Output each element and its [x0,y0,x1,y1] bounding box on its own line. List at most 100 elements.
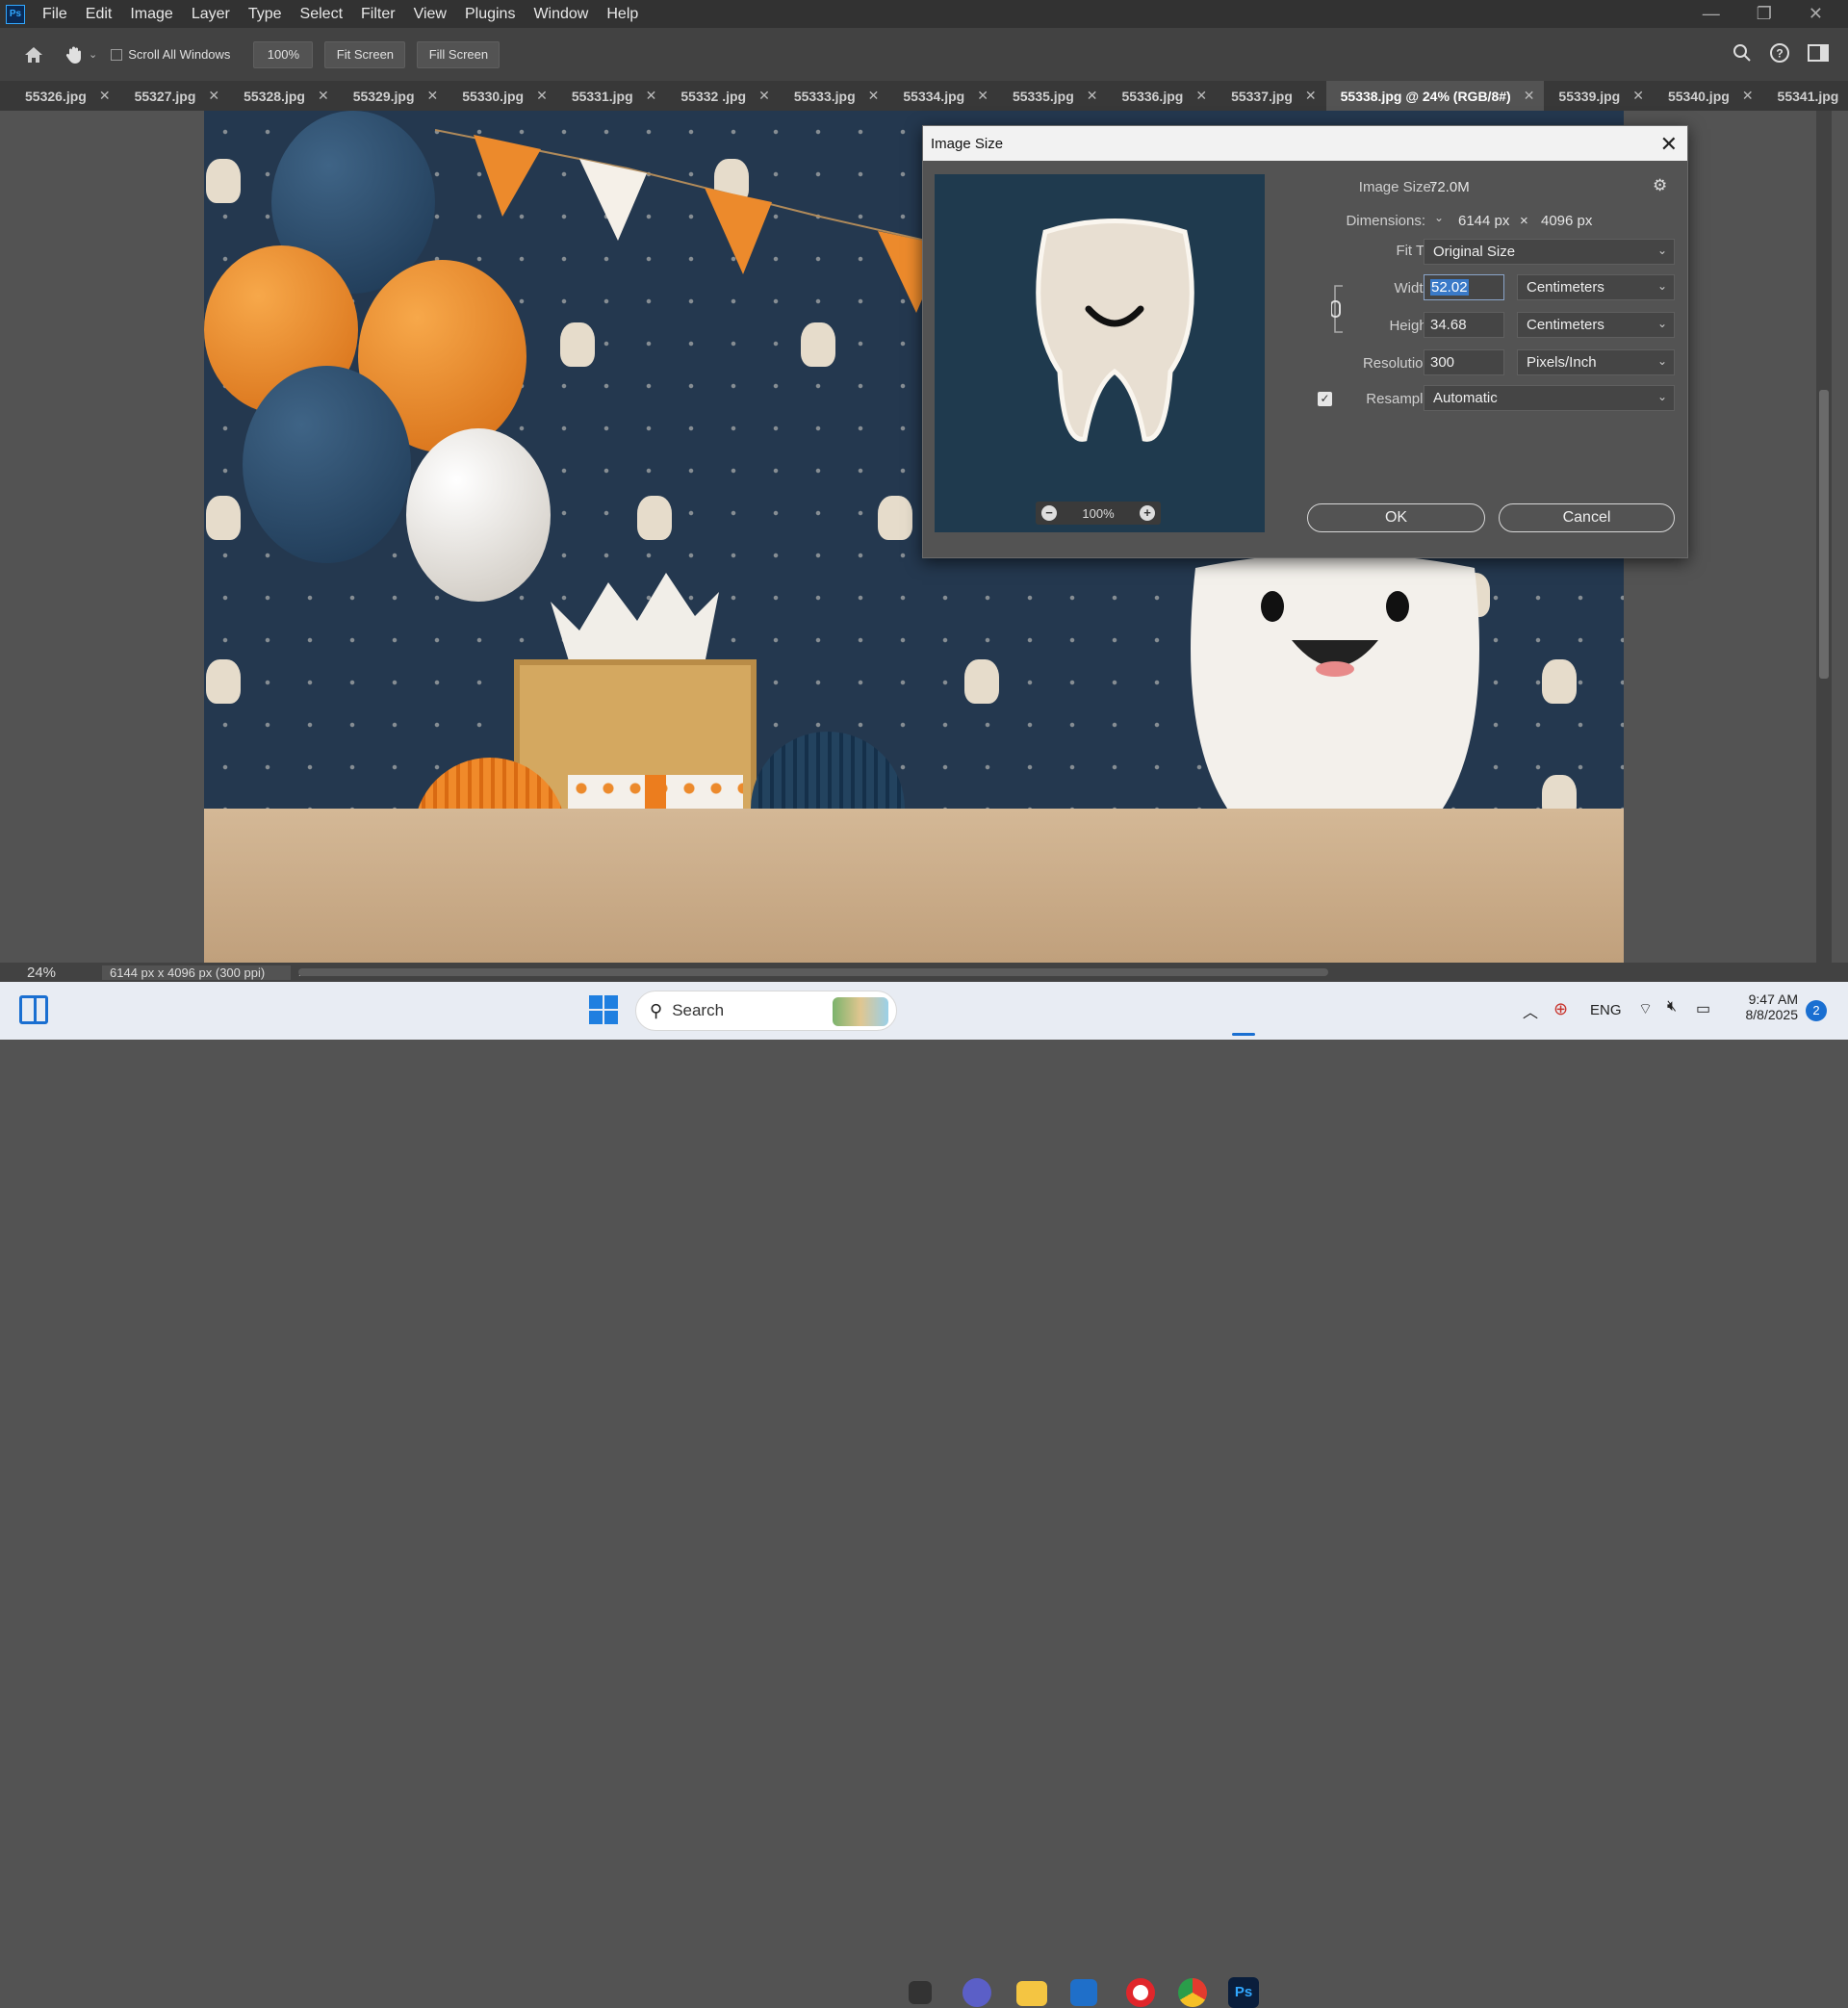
resample-dropdown[interactable]: Automatic ⌄ [1424,385,1675,411]
tab-document[interactable]: 55332 .jpg ✕ [666,81,779,111]
close-window-button[interactable]: ✕ [1809,4,1823,24]
battery-icon[interactable]: ▭ [1696,999,1710,1018]
file-explorer-icon[interactable] [1016,1981,1047,2006]
tab-label: 55337.jpg [1231,88,1293,104]
close-icon[interactable]: ✕ [536,88,548,104]
tab-document[interactable]: 55334.jpg ✕ [888,81,998,111]
menu-type[interactable]: Type [248,6,282,23]
resolution-input[interactable]: 300 [1424,349,1504,375]
menu-filter[interactable]: Filter [361,6,396,23]
help-icon[interactable]: ? [1769,42,1790,66]
tab-document[interactable]: 55333.jpg ✕ [780,81,889,111]
home-icon[interactable] [23,45,42,64]
tab-document[interactable]: 55327.jpg ✕ [120,81,230,111]
close-icon[interactable]: ✕ [646,88,657,104]
tab-document[interactable]: 55341.jpg✕ [1763,81,1848,111]
menu-file[interactable]: File [42,6,67,23]
close-icon[interactable]: ✕ [1742,88,1754,104]
fill-screen-button[interactable]: Fill Screen [417,40,500,68]
tab-document[interactable]: 55329.jpg ✕ [339,81,449,111]
width-unit-dropdown[interactable]: Centimeters ⌄ [1517,274,1675,300]
close-icon[interactable]: ✕ [1632,88,1644,104]
gear-icon[interactable]: ⚙ [1653,176,1667,195]
menu-select[interactable]: Select [300,6,343,23]
fit-screen-button[interactable]: Fit Screen [324,40,406,68]
vertical-scrollbar[interactable] [1816,111,1832,963]
zoom-out-icon[interactable]: − [1041,505,1057,521]
tab-document[interactable]: 55339.jpg ✕ [1544,81,1654,111]
task-view-icon[interactable] [909,1981,932,2004]
wifi-icon[interactable]: ⌔ [1638,999,1653,1018]
tab-document[interactable]: 55340.jpg ✕ [1654,81,1763,111]
restore-button[interactable]: ❐ [1757,4,1772,24]
close-icon[interactable]: ✕ [1087,88,1098,104]
taskbar-search[interactable]: ⚲ Search [635,991,897,1031]
document-info[interactable]: 6144 px x 4096 px (300 ppi) [102,965,291,980]
clock[interactable]: 9:47 AM 8/8/2025 [1732,991,1799,1022]
vpn-icon[interactable]: ⊕ [1553,999,1568,1019]
workspace-icon[interactable] [1808,44,1829,64]
close-icon[interactable]: ✕ [1305,88,1317,104]
volume-icon[interactable]: 🔇︎ [1667,998,1677,1016]
menu-image[interactable]: Image [130,6,172,23]
notification-badge[interactable]: 2 [1806,1000,1827,1021]
resample-value: Automatic [1433,390,1498,406]
menu-view[interactable]: View [414,6,447,23]
photoshop-taskbar-icon[interactable]: Ps [1228,1977,1259,2008]
height-unit-dropdown[interactable]: Centimeters ⌄ [1517,312,1675,338]
widgets-icon[interactable] [19,995,48,1024]
width-input[interactable]: 52.02 [1424,274,1504,300]
menu-layer[interactable]: Layer [192,6,230,23]
hand-tool-icon[interactable] [64,44,85,65]
chevron-down-icon[interactable]: ⌄ [89,48,97,61]
start-icon[interactable] [589,995,618,1024]
close-icon[interactable]: ✕ [758,88,770,104]
search-icon[interactable] [1732,43,1752,65]
tab-label: 55338.jpg @ 24% (RGB/8#) [1340,88,1511,104]
close-icon[interactable]: ✕ [427,88,439,104]
menu-window[interactable]: Window [533,6,588,23]
height-input[interactable]: 34.68 [1424,312,1504,338]
dimensions-unit-chevron-icon[interactable]: ⌄ [1430,211,1448,228]
chrome-icon[interactable] [1178,1978,1207,2007]
menu-edit[interactable]: Edit [86,6,113,23]
opera-icon[interactable] [1126,1978,1155,2007]
close-icon[interactable]: ✕ [318,88,329,104]
image-preview[interactable]: − 100% + [935,174,1265,532]
tab-document[interactable]: 55335.jpg ✕ [998,81,1108,111]
scroll-all-checkbox[interactable] [111,48,123,61]
store-icon[interactable] [1070,1979,1097,2006]
language-indicator[interactable]: ENG [1590,1002,1622,1018]
wall-tooth [206,659,241,704]
close-icon[interactable]: ✕ [208,88,219,104]
tab-document[interactable]: 55337.jpg ✕ [1217,81,1326,111]
resolution-unit-dropdown[interactable]: Pixels/Inch ⌄ [1517,349,1675,375]
close-icon[interactable]: ✕ [977,88,988,104]
scroll-thumb[interactable] [1819,390,1829,679]
close-icon[interactable]: ✕ [1524,88,1535,104]
close-icon[interactable]: ✕ [1195,88,1207,104]
menu-plugins[interactable]: Plugins [465,6,515,23]
tab-document[interactable]: 55336.jpg ✕ [1108,81,1218,111]
tab-document[interactable]: 55331.jpg ✕ [557,81,667,111]
paper-crown [551,573,719,664]
tab-document[interactable]: 55326.jpg ✕ [0,81,120,111]
zoom-100-button[interactable]: 100% [253,40,314,68]
zoom-in-icon[interactable]: + [1140,505,1155,521]
resample-checkbox[interactable]: ✓ [1318,392,1332,406]
tab-document[interactable]: 55338.jpg @ 24% (RGB/8#) ✕ [1325,81,1545,111]
teams-icon[interactable] [962,1978,991,2007]
minimize-button[interactable]: — [1703,4,1720,24]
horizontal-scrollbar[interactable] [298,968,1328,976]
tab-document[interactable]: 55330.jpg ✕ [448,81,557,111]
close-icon[interactable]: ✕ [1660,132,1678,157]
ok-button[interactable]: OK [1307,503,1485,532]
menu-help[interactable]: Help [606,6,638,23]
tray-chevron-up-icon[interactable]: ︿ [1523,999,1538,1022]
zoom-level[interactable]: 24% [27,965,85,981]
fit-to-dropdown[interactable]: Original Size ⌄ [1424,239,1675,265]
close-icon[interactable]: ✕ [868,88,880,104]
close-icon[interactable]: ✕ [99,88,111,104]
tab-document[interactable]: 55328.jpg ✕ [229,81,339,111]
cancel-button[interactable]: Cancel [1499,503,1675,532]
